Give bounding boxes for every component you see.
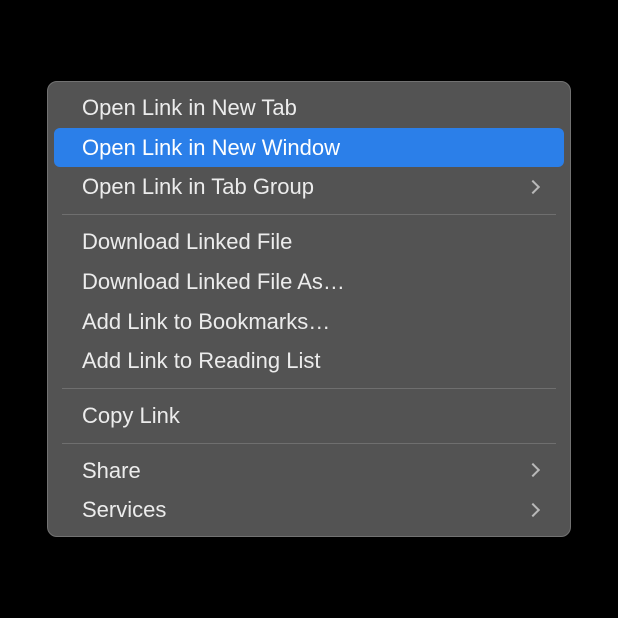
- menu-item-label: Open Link in Tab Group: [82, 172, 314, 202]
- menu-item-services[interactable]: Services: [54, 490, 564, 530]
- menu-item-share[interactable]: Share: [54, 451, 564, 491]
- menu-item-label: Open Link in New Window: [82, 133, 340, 163]
- menu-item-label: Open Link in New Tab: [82, 93, 297, 123]
- menu-item-label: Share: [82, 456, 141, 486]
- menu-item-label: Download Linked File: [82, 227, 292, 257]
- menu-item-download-linked-file-as[interactable]: Download Linked File As…: [54, 262, 564, 302]
- menu-item-label: Services: [82, 495, 166, 525]
- menu-item-label: Copy Link: [82, 401, 180, 431]
- menu-separator: [62, 214, 556, 215]
- menu-item-label: Add Link to Reading List: [82, 346, 321, 376]
- menu-item-add-link-bookmarks[interactable]: Add Link to Bookmarks…: [54, 302, 564, 342]
- chevron-right-icon: [526, 503, 540, 517]
- menu-separator: [62, 443, 556, 444]
- chevron-right-icon: [526, 463, 540, 477]
- menu-separator: [62, 388, 556, 389]
- menu-item-label: Download Linked File As…: [82, 267, 345, 297]
- menu-item-label: Add Link to Bookmarks…: [82, 307, 330, 337]
- menu-item-open-link-new-tab[interactable]: Open Link in New Tab: [54, 88, 564, 128]
- menu-item-copy-link[interactable]: Copy Link: [54, 396, 564, 436]
- context-menu[interactable]: Open Link in New Tab Open Link in New Wi…: [47, 81, 571, 537]
- chevron-right-icon: [526, 180, 540, 194]
- menu-item-download-linked-file[interactable]: Download Linked File: [54, 222, 564, 262]
- menu-item-open-link-tab-group[interactable]: Open Link in Tab Group: [54, 167, 564, 207]
- menu-item-add-link-reading-list[interactable]: Add Link to Reading List: [54, 341, 564, 381]
- menu-item-open-link-new-window[interactable]: Open Link in New Window: [54, 128, 564, 168]
